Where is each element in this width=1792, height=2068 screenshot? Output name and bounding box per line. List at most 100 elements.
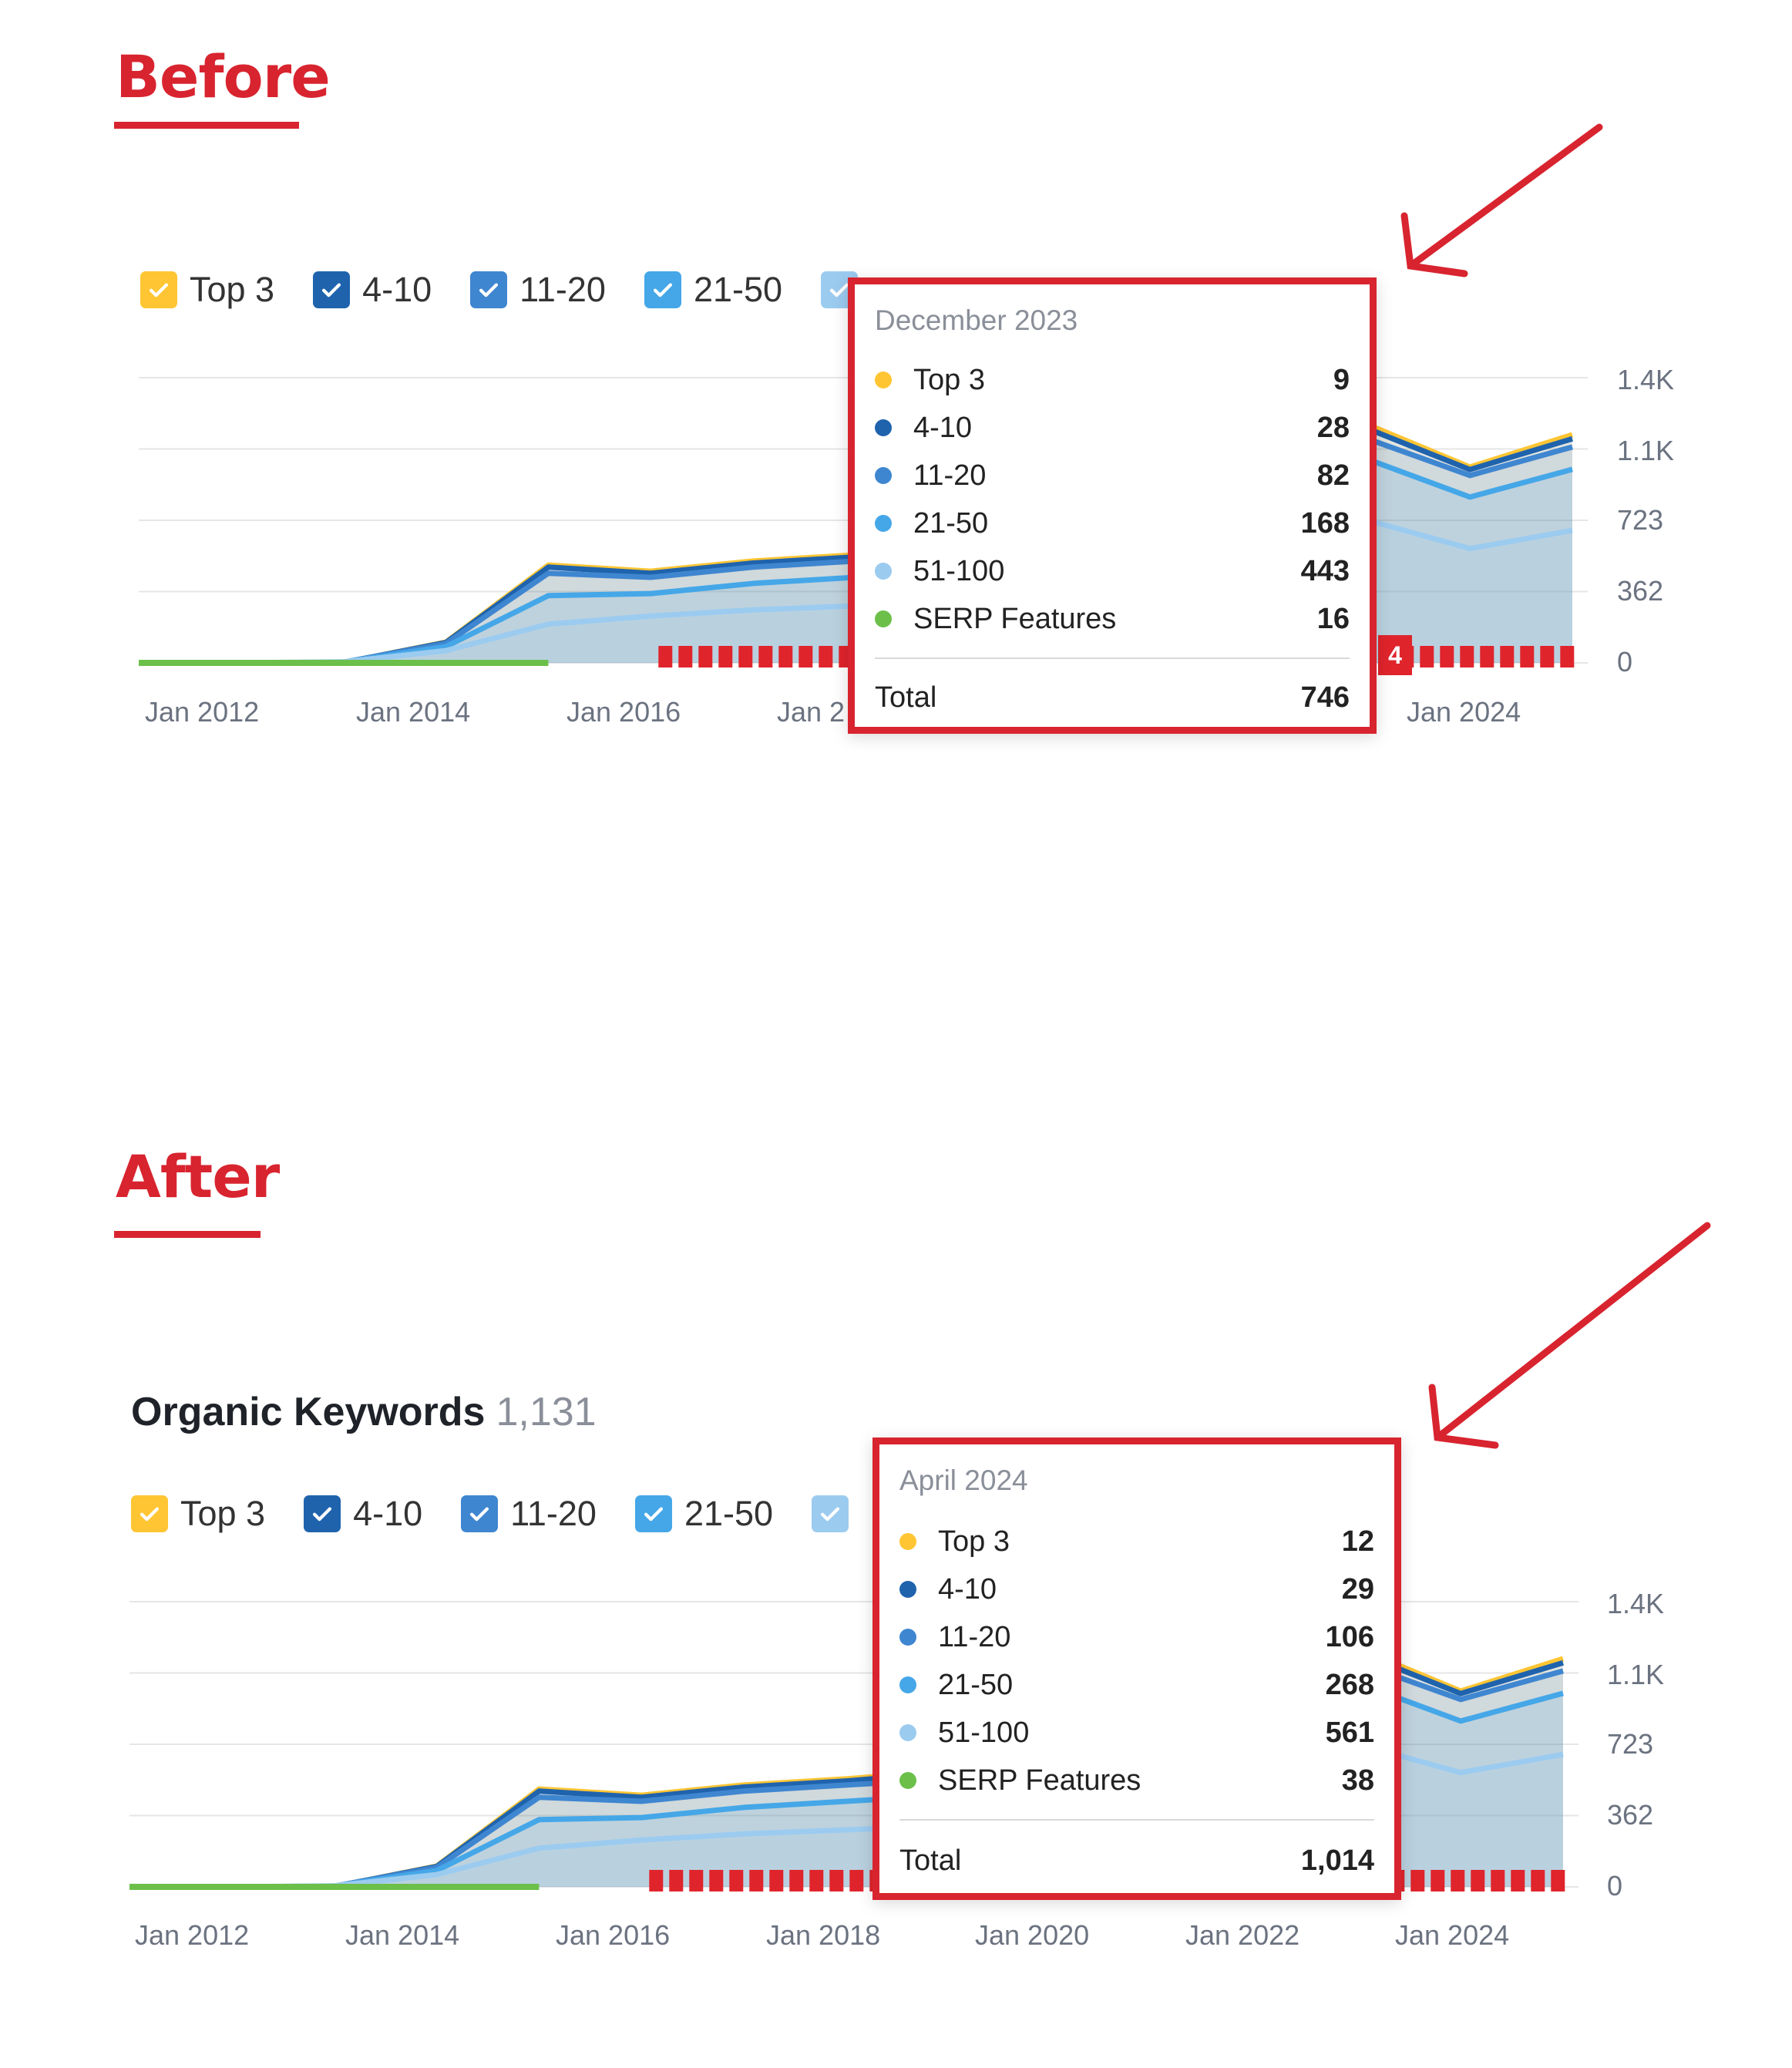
checkbox-icon[interactable] — [470, 271, 508, 308]
event-marker[interactable] — [689, 1870, 704, 1891]
x-tick: Jan 2016 — [556, 1919, 671, 1951]
event-marker[interactable] — [649, 1870, 664, 1891]
event-marker[interactable] — [658, 646, 673, 667]
tooltip-row-top3: Top 3 12 — [899, 1518, 1374, 1565]
event-marker[interactable] — [1531, 1870, 1545, 1891]
row-value: 168 — [1300, 506, 1350, 540]
badge-count: 4 — [1388, 641, 1402, 669]
checkbox-icon[interactable] — [313, 271, 351, 308]
row-label: SERP Features — [938, 1764, 1141, 1797]
event-marker[interactable] — [778, 646, 793, 667]
event-marker[interactable] — [1451, 1870, 1465, 1891]
tooltip-row-4-10: 4-10 29 — [899, 1566, 1374, 1612]
checkbox-icon[interactable] — [131, 1495, 168, 1532]
x-tick: Jan 2 — [777, 696, 846, 728]
legend-item-21-50[interactable]: 21-50 — [644, 270, 782, 310]
row-value: 12 — [1341, 1525, 1374, 1558]
row-label: 51-100 — [913, 554, 1005, 587]
x-tick: Jan 2012 — [135, 1919, 250, 1951]
event-marker[interactable] — [769, 1870, 784, 1891]
event-marker[interactable] — [849, 1870, 864, 1891]
tooltip-row-serp: SERP Features 16 — [875, 596, 1350, 642]
y-tick: 362 — [1607, 1799, 1654, 1831]
event-marker[interactable] — [738, 646, 753, 667]
x-tick: Jan 2020 — [975, 1919, 1090, 1951]
event-marker[interactable] — [1540, 646, 1555, 667]
checkbox-icon[interactable] — [644, 271, 681, 308]
legend-item-top3[interactable]: Top 3 — [131, 1494, 265, 1534]
after-underline — [114, 1231, 261, 1238]
row-label: 11-20 — [913, 459, 987, 492]
event-marker[interactable] — [1560, 646, 1575, 667]
event-marker[interactable] — [709, 1870, 724, 1891]
checkbox-icon[interactable] — [634, 1495, 672, 1532]
row-value: 16 — [1316, 602, 1350, 635]
legend-label: 11-20 — [510, 1494, 597, 1533]
checkbox-icon[interactable] — [304, 1495, 341, 1532]
row-label: 51-100 — [938, 1716, 1030, 1749]
checkbox-icon[interactable] — [812, 1495, 849, 1532]
event-marker[interactable] — [1440, 646, 1454, 667]
event-marker[interactable] — [1460, 646, 1474, 667]
event-marker[interactable] — [758, 646, 773, 667]
annotation-arrow-icon — [1428, 1222, 1711, 1449]
tooltip-row-11-20: 11-20 106 — [899, 1614, 1374, 1660]
x-tick: Jan 2016 — [567, 696, 681, 728]
notes-badge[interactable]: 4 — [1378, 635, 1412, 675]
row-label: Top 3 — [913, 363, 985, 396]
checkbox-icon[interactable] — [140, 271, 177, 308]
event-marker[interactable] — [1431, 1870, 1445, 1891]
legend-item-4-10[interactable]: 4-10 — [304, 1494, 422, 1534]
tooltip-row-51-100: 51-100 561 — [899, 1710, 1374, 1756]
organic-keywords-title: Organic Keywords 1,131 — [131, 1389, 597, 1435]
tooltip-row-11-20: 11-20 82 — [875, 452, 1350, 499]
section-title: Organic Keywords — [131, 1390, 486, 1434]
tooltip-divider — [875, 657, 1350, 659]
tooltip-date: April 2024 — [899, 1464, 1028, 1496]
row-value: 443 — [1300, 554, 1350, 587]
row-label: 11-20 — [938, 1620, 1011, 1653]
dot-icon — [875, 372, 892, 388]
y-tick: 723 — [1617, 504, 1664, 536]
legend-item-11-20[interactable]: 11-20 — [470, 270, 606, 310]
event-marker[interactable] — [718, 646, 733, 667]
event-marker[interactable] — [1491, 1870, 1505, 1891]
row-label: 21-50 — [938, 1668, 1014, 1701]
total-value: 746 — [1300, 681, 1350, 714]
event-marker[interactable] — [1410, 1870, 1425, 1891]
event-marker[interactable] — [819, 646, 833, 667]
tooltip-total: Total 1,014 — [899, 1838, 1374, 1884]
row-label: Top 3 — [938, 1525, 1010, 1558]
legend-item-4-10[interactable]: 4-10 — [313, 270, 432, 310]
event-marker[interactable] — [789, 1870, 804, 1891]
event-marker[interactable] — [1480, 646, 1494, 667]
total-label: Total — [875, 681, 937, 714]
event-marker[interactable] — [809, 1870, 824, 1891]
legend-item-11-20[interactable]: 11-20 — [461, 1494, 597, 1534]
event-marker[interactable] — [1551, 1870, 1565, 1891]
legend-item-51-100[interactable] — [812, 1495, 861, 1532]
event-marker[interactable] — [1471, 1870, 1485, 1891]
event-marker[interactable] — [698, 646, 713, 667]
event-marker[interactable] — [669, 1870, 684, 1891]
checkbox-icon[interactable] — [461, 1495, 499, 1532]
row-label: SERP Features — [913, 602, 1117, 635]
event-marker[interactable] — [1520, 646, 1535, 667]
x-tick: Jan 2024 — [1395, 1919, 1510, 1951]
x-tick: Jan 2014 — [356, 696, 471, 728]
event-marker[interactable] — [1420, 646, 1434, 667]
event-marker[interactable] — [829, 1870, 844, 1891]
dot-icon — [875, 467, 892, 484]
tooltip-total: Total 746 — [875, 674, 1350, 721]
legend-item-21-50[interactable]: 21-50 — [634, 1494, 773, 1534]
event-marker[interactable] — [1511, 1870, 1525, 1891]
event-marker[interactable] — [1500, 646, 1515, 667]
event-marker[interactable] — [749, 1870, 764, 1891]
row-value: 268 — [1325, 1668, 1374, 1701]
event-marker[interactable] — [798, 646, 813, 667]
row-value: 29 — [1341, 1572, 1374, 1606]
event-marker[interactable] — [678, 646, 693, 667]
x-tick: Jan 2012 — [145, 696, 260, 728]
event-marker[interactable] — [729, 1870, 744, 1891]
legend-item-top3[interactable]: Top 3 — [140, 270, 274, 310]
